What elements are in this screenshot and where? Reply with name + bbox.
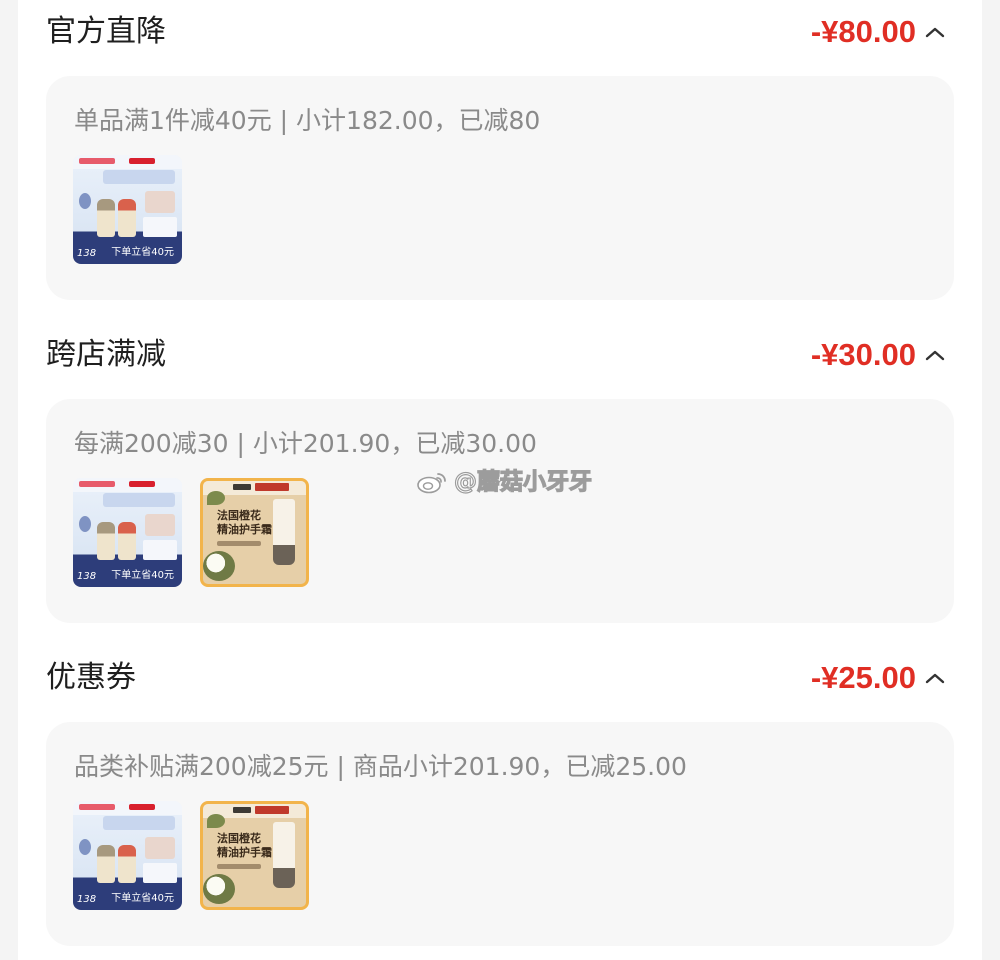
- discount-amount: -¥80.00: [810, 14, 916, 49]
- section-amount-toggle[interactable]: -¥30.00: [811, 335, 946, 375]
- chevron-up-icon: [925, 27, 945, 38]
- discount-detail-card: 每满200减30 | 小计201.90，已减30.00 138 下单立省40元 …: [46, 399, 954, 623]
- product-thumbnail-lipstick[interactable]: 138 下单立省40元: [73, 155, 182, 264]
- weibo-watermark: @蘑菇小牙牙: [416, 466, 593, 498]
- product-thumbnail-lipstick[interactable]: 138 下单立省40元: [73, 478, 182, 587]
- product-title-line2: 精油护手霜: [217, 523, 272, 536]
- product-title-line1: 法国橙花: [217, 832, 261, 845]
- product-price: 138: [77, 894, 97, 905]
- product-thumbnails: 138 下单立省40元 法国橙花 精油护手霜: [73, 478, 309, 587]
- discount-amount: -¥30.00: [810, 337, 916, 372]
- section-title: 优惠券: [46, 660, 136, 695]
- discount-rule-text: 单品满1件减40元 | 小计182.00，已减80: [74, 106, 541, 135]
- discount-detail-card: 品类补贴满200减25元 | 商品小计201.90，已减25.00 138 下单…: [46, 722, 954, 946]
- section-title: 跨店满减: [46, 337, 166, 372]
- watermark-text: @蘑菇小牙牙: [453, 468, 592, 495]
- section-amount-toggle[interactable]: -¥80.00: [811, 12, 946, 52]
- product-thumbnails: 138 下单立省40元: [73, 155, 182, 264]
- product-price: 138: [77, 248, 97, 259]
- discount-rule-text: 品类补贴满200减25元 | 商品小计201.90，已减25.00: [74, 752, 687, 781]
- product-promo: 下单立省40元: [111, 247, 174, 258]
- product-thumbnail-lipstick[interactable]: 138 下单立省40元: [73, 801, 182, 910]
- section-title: 官方直降: [46, 14, 166, 49]
- product-thumbnails: 138 下单立省40元 法国橙花 精油护手霜: [73, 801, 309, 910]
- chevron-up-icon: [925, 350, 945, 361]
- chevron-up-icon: [925, 673, 945, 684]
- product-title-line1: 法国橙花: [217, 509, 261, 522]
- product-thumbnail-hand-cream[interactable]: 法国橙花 精油护手霜: [200, 801, 309, 910]
- discount-detail-card: 单品满1件减40元 | 小计182.00，已减80 138 下单立省40元: [46, 76, 954, 300]
- discount-amount: -¥25.00: [810, 660, 916, 695]
- product-price: 138: [77, 571, 97, 582]
- product-title-line2: 精油护手霜: [217, 846, 272, 859]
- product-thumbnail-hand-cream[interactable]: 法国橙花 精油护手霜: [200, 478, 309, 587]
- product-promo: 下单立省40元: [111, 893, 174, 904]
- section-amount-toggle[interactable]: -¥25.00: [811, 658, 946, 698]
- discount-rule-text: 每满200减30 | 小计201.90，已减30.00: [74, 429, 537, 458]
- product-promo: 下单立省40元: [111, 570, 174, 581]
- weibo-logo-icon: [417, 473, 446, 494]
